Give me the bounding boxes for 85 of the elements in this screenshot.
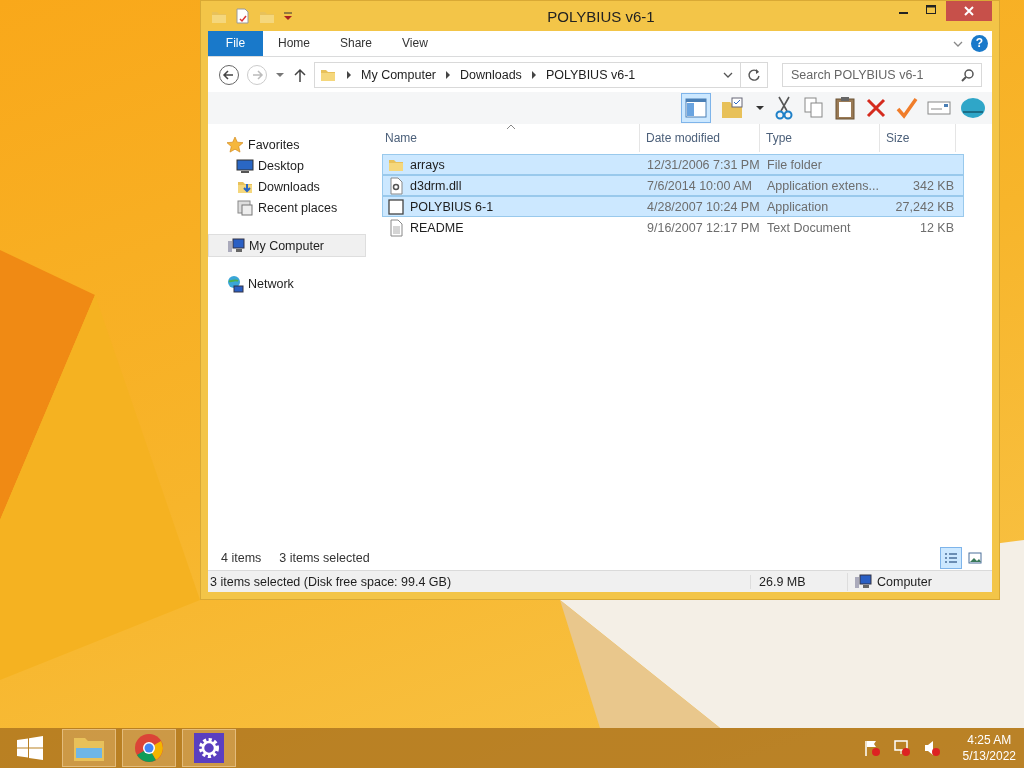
details-list-icon	[944, 552, 958, 564]
breadcrumb[interactable]: Downloads	[460, 67, 522, 82]
address-bar[interactable]: My Computer Downloads POLYBIUS v6-1	[314, 61, 741, 88]
preview-pane-button[interactable]	[681, 93, 711, 123]
network-error-icon[interactable]	[892, 739, 911, 757]
browser-icon	[134, 733, 164, 763]
clipboard-icon[interactable]	[834, 96, 856, 120]
document-icon	[387, 218, 405, 237]
selection-count: 3 items selected	[279, 551, 370, 565]
date-cell-text: 4/28/2007 10:24 PM	[646, 199, 761, 214]
type-cell-text: Application extens...	[766, 178, 880, 193]
file-name: POLYBIUS 6-1	[410, 199, 494, 214]
date-cell-text: 12/31/2006 7:31 PM	[646, 157, 761, 172]
chevron-right-icon[interactable]	[345, 69, 353, 80]
monitor-icon	[236, 156, 254, 175]
star-icon	[226, 135, 244, 154]
computer-icon	[854, 572, 872, 591]
search-icon	[961, 67, 975, 82]
type-cell-text: File folder	[766, 157, 823, 172]
taskbar-app-button[interactable]	[122, 729, 176, 767]
nav-item[interactable]: Downloads	[208, 176, 366, 197]
file-name: README	[410, 220, 464, 235]
picture-icon	[968, 552, 982, 564]
details-view-button[interactable]	[940, 547, 962, 569]
card-icon[interactable]	[927, 98, 951, 118]
folder-check-icon[interactable]	[720, 96, 746, 120]
properties-icon[interactable]	[234, 8, 250, 24]
ribbon-tab[interactable]: Home	[263, 31, 325, 56]
nav-item[interactable]: My Computer	[208, 234, 366, 257]
up-arrow-icon[interactable]	[292, 66, 308, 83]
chevron-right-icon[interactable]	[529, 69, 538, 80]
column-header[interactable]: Size	[880, 124, 956, 152]
pane-icon	[685, 98, 707, 118]
type-cell-text: Application	[766, 199, 830, 214]
date-cell-text: 9/16/2007 12:17 PM	[646, 220, 761, 235]
ribbon-tab[interactable]: Share	[325, 31, 388, 56]
network-globe-icon	[226, 274, 244, 293]
scissors-icon[interactable]	[774, 96, 794, 120]
settings-icon	[194, 733, 224, 763]
nav-item[interactable]: Recent places	[208, 197, 366, 218]
nav-item[interactable]: Favorites	[208, 134, 366, 155]
size-cell: 27,242 KB	[895, 199, 954, 214]
status-text: 3 items selected (Disk free space: 99.4 GB)	[210, 574, 453, 589]
chevron-right-icon[interactable]	[444, 69, 453, 80]
file-row[interactable]: d3drm.dll 7/6/2014 10:00 AM Application extens... 342 KB	[382, 175, 964, 196]
flag-error-icon[interactable]	[862, 739, 881, 757]
breadcrumb[interactable]: My Computer	[361, 67, 437, 82]
checkmark-icon[interactable]	[896, 97, 918, 119]
taskbar-app-button[interactable]	[182, 729, 236, 767]
nav-item[interactable]: Network	[208, 273, 366, 294]
window-file-icon	[387, 197, 405, 216]
refresh-button[interactable]	[740, 61, 768, 88]
column-header[interactable]: Type	[760, 124, 880, 152]
breadcrumb[interactable]: POLYBIUS v6-1	[545, 67, 636, 82]
column-header[interactable]: Date modified	[640, 124, 760, 152]
refresh-icon	[747, 67, 761, 82]
computer-icon	[227, 236, 245, 255]
speaker-muted-icon[interactable]	[922, 739, 941, 757]
file-name: d3drm.dll	[410, 178, 462, 193]
status-location: Computer	[877, 574, 932, 589]
size-cell: 342 KB	[913, 178, 954, 193]
clock-time: 4:25 AM	[967, 732, 1012, 748]
recent-places-icon	[236, 198, 254, 217]
file-tab[interactable]: File	[208, 31, 263, 56]
window-title: POLYBIUS v6-1	[546, 7, 656, 25]
help-button[interactable]: ?	[971, 35, 988, 52]
status-size: 26.9 MB	[750, 574, 847, 589]
delete-x-icon[interactable]	[865, 97, 887, 119]
item-count: 4 items	[221, 551, 262, 565]
clock-date: 5/13/2022	[962, 748, 1016, 764]
type-cell-text: Text Document	[766, 220, 852, 235]
close-icon[interactable]	[946, 1, 992, 21]
windows-logo-icon[interactable]	[16, 736, 44, 760]
size-cell: 12 KB	[919, 220, 954, 235]
caret-icon[interactable]	[755, 103, 765, 113]
file-row[interactable]: POLYBIUS 6-1 4/28/2007 10:24 PM Application 27,242 KB	[382, 196, 964, 217]
file-name: arrays	[410, 157, 445, 172]
date-cell-text: 7/6/2014 10:00 AM	[646, 178, 753, 193]
back-icon[interactable]	[218, 63, 240, 86]
file-row[interactable]: README 9/16/2007 12:17 PM Text Document 12 KB	[382, 217, 964, 238]
file-row[interactable]: arrays 12/31/2006 7:31 PM File folder	[382, 154, 964, 175]
search-field[interactable]: Search POLYBIUS v6-1	[782, 62, 982, 87]
nav-item[interactable]: Desktop	[208, 155, 366, 176]
column-header[interactable]: Name	[382, 124, 640, 152]
ribbon-tab[interactable]: View	[387, 31, 443, 56]
